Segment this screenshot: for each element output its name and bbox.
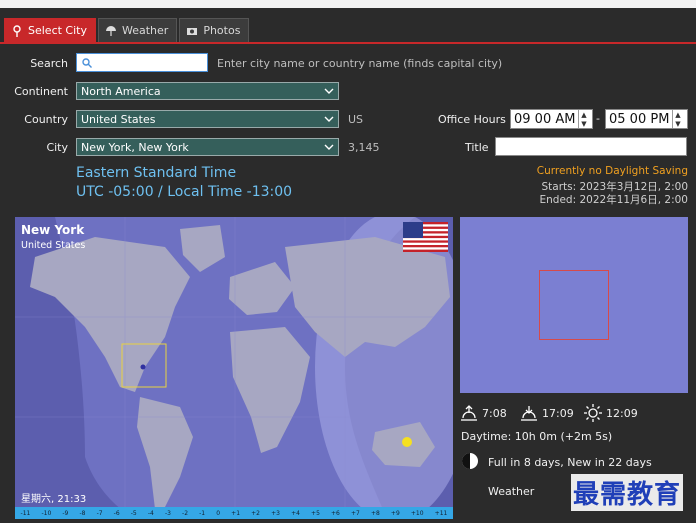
daytime-info: Daytime: 10h 0m (+2m 5s): [461, 430, 613, 443]
south-america: [137, 397, 193, 509]
ruler-tick: +1: [231, 509, 241, 517]
spinner-arrows[interactable]: ▲ ▼: [672, 110, 682, 128]
ruler-tick: -2: [182, 509, 189, 517]
search-label: Search: [30, 57, 68, 70]
pin-icon: [13, 24, 21, 37]
country-code: US: [348, 113, 364, 126]
office-dash: -: [596, 112, 600, 125]
sunrise-time: 7:08: [482, 406, 507, 420]
ruler-tick: -7: [96, 509, 103, 517]
continent-select[interactable]: North America: [76, 82, 339, 100]
city-label: City: [46, 141, 68, 154]
ruler-tick: -11: [20, 509, 31, 517]
title-label: Title: [465, 141, 489, 154]
ruler-tick: -10: [41, 509, 52, 517]
us-flag-icon: [403, 222, 448, 252]
sun-position-icon: [402, 437, 412, 447]
map-country-name: United States: [21, 240, 86, 251]
ruler-tick: +11: [434, 509, 448, 517]
sunset-icon: [521, 406, 537, 421]
sunset-time: 17:09: [542, 406, 574, 420]
greenland: [180, 225, 225, 272]
city-count: 3,145: [348, 141, 380, 154]
preview-frame: [539, 270, 609, 340]
sunrise-icon: [461, 405, 477, 421]
map-city-name: New York: [21, 223, 85, 237]
continent-value: North America: [81, 84, 161, 98]
chevron-down-icon: [324, 144, 334, 150]
moon-info: Full in 8 days, New in 22 days: [488, 456, 652, 469]
watermark-logo: 最需教育: [571, 474, 684, 511]
search-hint: Enter city name or country name (finds c…: [217, 57, 503, 70]
ruler-tick: +3: [271, 509, 280, 517]
search-input[interactable]: [76, 53, 208, 72]
ruler-tick: +4: [291, 509, 300, 517]
timezone-ruler: -11 -10 -9 -8 -7 -6 -5 -4 -3 -2 -1 0 +1 +2 +3 +4 +5 +6 +7 +…: [15, 507, 453, 519]
search-icon: [82, 57, 92, 68]
sunset-info: 17:09: [520, 404, 574, 422]
ruler-tick: -4: [147, 509, 154, 517]
noon-info: 12:09: [584, 404, 638, 422]
title-input[interactable]: [495, 137, 687, 156]
timezone-offset: UTC -05:00 / Local Time -13:00: [76, 184, 293, 200]
ruler-tick: -1: [199, 509, 206, 517]
tab-weather[interactable]: Weather: [98, 18, 178, 42]
ruler-tick: +7: [350, 509, 360, 517]
weather-label[interactable]: Weather: [488, 485, 534, 498]
map-canvas: [15, 217, 453, 519]
camera-icon: [187, 27, 198, 35]
noon-time: 12:09: [606, 406, 638, 420]
chevron-down-icon: [324, 88, 334, 94]
dst-ended: Ended: 2022年11月6日, 2:00: [539, 194, 688, 206]
ruler-tick: +9: [390, 509, 400, 517]
country-label: Country: [24, 113, 68, 126]
moon-phase-icon: [462, 453, 478, 469]
ruler-tick: +8: [370, 509, 380, 517]
ruler-tick: +5: [311, 509, 320, 517]
city-select[interactable]: New York, New York: [76, 138, 339, 156]
country-value: United States: [81, 112, 156, 126]
ruler-tick: -8: [79, 509, 86, 517]
ruler-tick: +6: [331, 509, 340, 517]
tab-bar: Select City Weather Photos: [4, 18, 250, 42]
tab-label: Select City: [28, 24, 87, 37]
ruler-tick: -9: [62, 509, 69, 517]
sun-icon: [584, 404, 602, 422]
city-marker: [140, 364, 146, 370]
tab-select-city[interactable]: Select City: [4, 18, 96, 42]
africa: [230, 327, 310, 453]
window-titlebar: [0, 0, 696, 8]
continent-label: Continent: [14, 85, 68, 98]
world-map[interactable]: New York United States 星期六, 21:33: [15, 217, 453, 519]
timezone-name: Eastern Standard Time: [76, 165, 237, 181]
tab-photos[interactable]: Photos: [179, 18, 250, 42]
ruler-tick: -3: [164, 509, 171, 517]
tab-underline: [0, 42, 696, 44]
sunrise-info: 7:08: [460, 404, 507, 422]
office-start-value: 09 00 AM: [514, 111, 576, 127]
ruler-tick: +2: [251, 509, 260, 517]
office-start-input[interactable]: 09 00 AM ▲ ▼: [510, 109, 593, 129]
europe: [229, 262, 295, 315]
ruler-tick: 0: [216, 509, 221, 517]
office-end-value: 05 00 PM: [609, 111, 670, 127]
tab-label: Weather: [122, 24, 169, 37]
ruler-tick: -6: [113, 509, 120, 517]
office-hours-label: Office Hours: [438, 113, 506, 126]
chevron-down-icon: [324, 116, 334, 122]
ruler-tick: -5: [130, 509, 137, 517]
map-local-time: 星期六, 21:33: [21, 494, 87, 505]
dst-status: Currently no Daylight Saving: [536, 165, 688, 177]
office-end-input[interactable]: 05 00 PM ▲ ▼: [605, 109, 688, 129]
spinner-arrows[interactable]: ▲ ▼: [578, 110, 588, 128]
city-value: New York, New York: [81, 140, 189, 154]
tab-label: Photos: [203, 24, 241, 37]
umbrella-icon: [106, 25, 116, 36]
country-select[interactable]: United States: [76, 110, 339, 128]
ruler-tick: +10: [410, 509, 424, 517]
